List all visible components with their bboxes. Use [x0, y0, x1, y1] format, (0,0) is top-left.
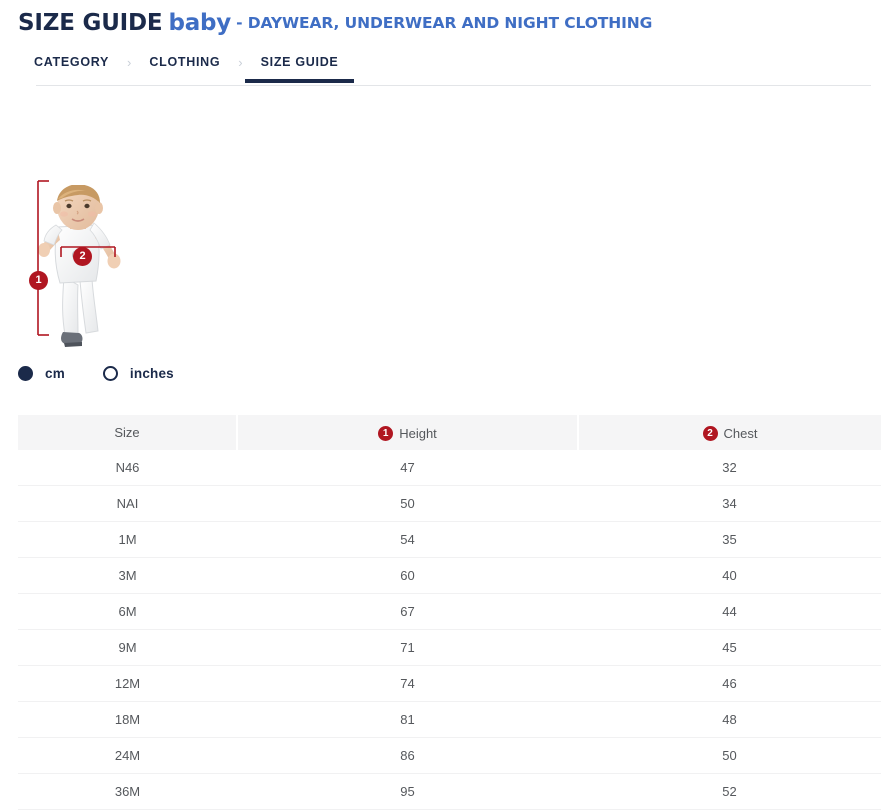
- cell-height: 67: [237, 594, 578, 630]
- cell-height: 50: [237, 486, 578, 522]
- radio-cm-icon[interactable]: [18, 366, 33, 381]
- column-header-height: 1 Height: [237, 415, 578, 450]
- cell-chest: 44: [578, 594, 881, 630]
- table-row: 1M5435: [18, 522, 881, 558]
- cell-size: N46: [18, 450, 237, 486]
- height-measurement-line: [18, 175, 58, 340]
- cell-size: 9M: [18, 630, 237, 666]
- chest-measurement-badge: 2: [73, 247, 92, 266]
- table-row: NAI5034: [18, 486, 881, 522]
- table-row: 6M6744: [18, 594, 881, 630]
- cell-chest: 48: [578, 702, 881, 738]
- cell-chest: 40: [578, 558, 881, 594]
- chevron-right-icon: ›: [125, 51, 133, 70]
- cell-height: 95: [237, 774, 578, 810]
- page-title-main: SIZE GUIDE: [18, 10, 162, 36]
- page-title-description: - DAYWEAR, UNDERWEAR AND NIGHT CLOTHING: [236, 14, 652, 32]
- cell-chest: 46: [578, 666, 881, 702]
- unit-option-cm-label: cm: [45, 366, 65, 381]
- chest-badge-icon: 2: [703, 426, 718, 441]
- breadcrumb-item-clothing[interactable]: CLOTHING: [133, 51, 236, 83]
- cell-chest: 50: [578, 738, 881, 774]
- column-header-size-label: Size: [114, 425, 139, 440]
- cell-height: 81: [237, 702, 578, 738]
- cell-height: 71: [237, 630, 578, 666]
- column-header-height-label: Height: [399, 426, 437, 441]
- unit-option-inches-label: inches: [130, 366, 174, 381]
- cell-size: 24M: [18, 738, 237, 774]
- breadcrumb: CATEGORY › CLOTHING › SIZE GUIDE: [18, 51, 889, 87]
- unit-option-cm[interactable]: cm: [18, 366, 65, 381]
- page-header: SIZE GUIDEbaby- DAYWEAR, UNDERWEAR AND N…: [0, 0, 889, 87]
- cell-chest: 35: [578, 522, 881, 558]
- column-header-size: Size: [18, 415, 237, 450]
- table-row: 3M6040: [18, 558, 881, 594]
- column-header-chest: 2 Chest: [578, 415, 881, 450]
- cell-height: 60: [237, 558, 578, 594]
- height-badge-icon: 1: [378, 426, 393, 441]
- column-header-chest-label: Chest: [724, 426, 758, 441]
- table-row: 18M8148: [18, 702, 881, 738]
- table-body: N464732 NAI5034 1M5435 3M6040 6M6744 9M7…: [18, 450, 881, 810]
- cell-chest: 32: [578, 450, 881, 486]
- page-title: SIZE GUIDEbaby - DAYWEAR, UNDERWEAR AND N…: [18, 12, 889, 35]
- measurement-illustration: 1 2: [0, 109, 889, 359]
- cell-height: 54: [237, 522, 578, 558]
- table-row: 24M8650: [18, 738, 881, 774]
- cell-size: 3M: [18, 558, 237, 594]
- cell-size: 12M: [18, 666, 237, 702]
- chevron-right-icon: ›: [236, 51, 244, 70]
- size-guide-table: Size 1 Height 2 Chest N464732 NAI5034 1M…: [18, 415, 881, 810]
- table-row: 12M7446: [18, 666, 881, 702]
- cell-chest: 52: [578, 774, 881, 810]
- cell-size: 36M: [18, 774, 237, 810]
- cell-size: 18M: [18, 702, 237, 738]
- cell-size: 1M: [18, 522, 237, 558]
- cell-height: 74: [237, 666, 578, 702]
- cell-height: 86: [237, 738, 578, 774]
- breadcrumb-item-size-guide[interactable]: SIZE GUIDE: [245, 51, 355, 83]
- breadcrumb-item-category[interactable]: CATEGORY: [18, 51, 125, 83]
- cell-chest: 45: [578, 630, 881, 666]
- baby-figure: 1 2: [18, 185, 178, 350]
- unit-option-inches[interactable]: inches: [103, 366, 174, 381]
- table-header-row: Size 1 Height 2 Chest: [18, 415, 881, 450]
- header-divider: [36, 85, 871, 86]
- page-title-category: baby: [168, 10, 231, 36]
- table-header: Size 1 Height 2 Chest: [18, 415, 881, 450]
- cell-height: 47: [237, 450, 578, 486]
- table-row: 9M7145: [18, 630, 881, 666]
- height-measurement-badge: 1: [29, 271, 48, 290]
- cell-size: NAI: [18, 486, 237, 522]
- cell-chest: 34: [578, 486, 881, 522]
- unit-selector: cm inches: [18, 359, 889, 387]
- radio-inches-icon[interactable]: [103, 366, 118, 381]
- cell-size: 6M: [18, 594, 237, 630]
- table-row: N464732: [18, 450, 881, 486]
- table-row: 36M9552: [18, 774, 881, 810]
